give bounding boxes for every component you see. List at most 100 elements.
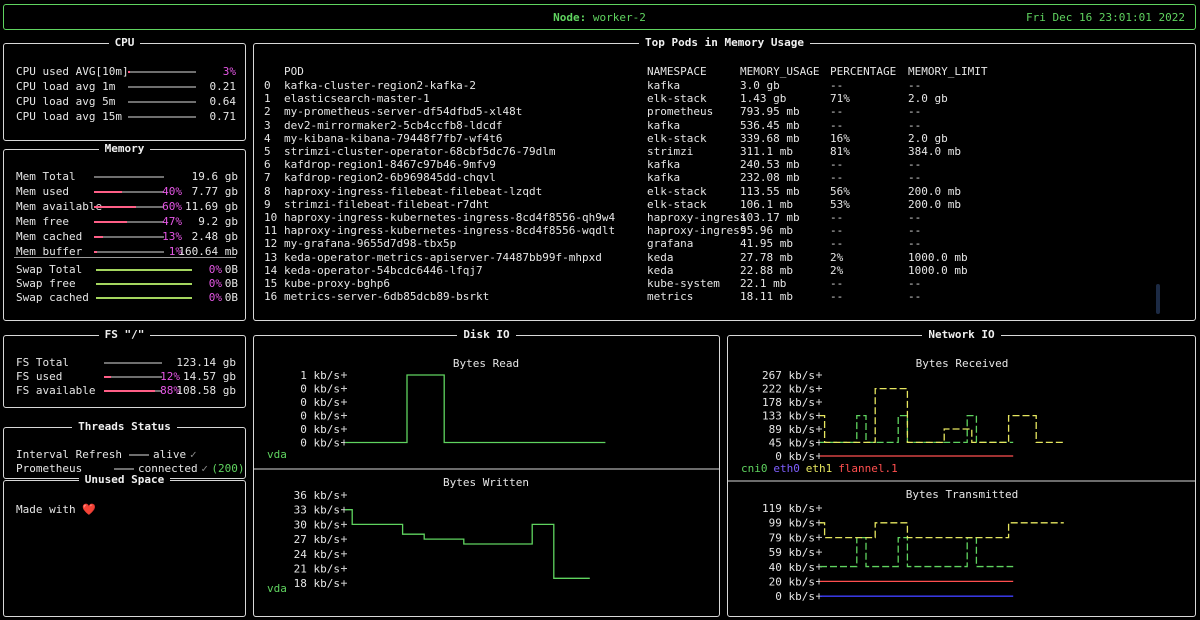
y-tick-label: 119 kb/s bbox=[762, 502, 815, 515]
table-cell: 41.95 mb bbox=[740, 237, 793, 251]
disk-charts: Bytes Read1 kb/s0 kb/s0 kb/s0 kb/s0 kb/s… bbox=[254, 357, 719, 595]
cpu-row-label: CPU load avg 15m bbox=[16, 110, 122, 123]
pods-scrollbar[interactable] bbox=[1156, 284, 1160, 314]
device-label: vda bbox=[267, 448, 287, 461]
chart-title: Bytes Read bbox=[453, 357, 519, 370]
table-cell: -- bbox=[908, 171, 922, 185]
memory-row-track bbox=[94, 251, 164, 253]
table-cell: my-kibana-kibana-79448f7fb7-wf4t6 bbox=[284, 131, 503, 145]
y-tick-label: 89 kb/s bbox=[769, 423, 815, 436]
chart-title: Bytes Transmitted bbox=[906, 488, 1019, 501]
y-tick-label: 0 kb/s bbox=[775, 590, 815, 603]
table-row[interactable]: 14 keda-operator-54bcdc6446-lfqj7 keda 22.8… bbox=[254, 264, 1184, 277]
swap-row: Swap free 0% 0B bbox=[16, 277, 238, 290]
chart-title: Bytes Written bbox=[443, 476, 529, 489]
table-cell: 3 bbox=[264, 118, 271, 132]
y-tick-label: 18 kb/s bbox=[294, 577, 340, 590]
pods-panel: Top Pods in Memory Usage POD NAMESPACE MEM… bbox=[253, 36, 1196, 321]
memory-row-value: 19.6 gb bbox=[191, 170, 238, 183]
memory-row-value: 7.77 gb bbox=[191, 185, 238, 198]
swap-row-label: Swap free bbox=[16, 277, 76, 290]
table-cell: 81% bbox=[830, 145, 850, 158]
pods-column-header[interactable]: MEMORY_USAGE bbox=[740, 65, 819, 78]
table-cell: my-prometheus-server-df54dfbd5-xl48t bbox=[284, 105, 523, 119]
table-cell: keda-operator-54bcdc6446-lfqj7 bbox=[284, 263, 483, 277]
pods-column-header[interactable]: POD bbox=[284, 65, 304, 78]
table-row[interactable]: 9 strimzi-filebeat-filebeat-r7dht elk-stac… bbox=[254, 198, 1184, 211]
table-row[interactable]: 3 dev2-mirrormaker2-5cb4ccfb8-ldcdf kafka 5… bbox=[254, 119, 1184, 132]
legend-item: eth0 bbox=[773, 462, 800, 475]
cpu-panel: CPU CPU used AVG[10m] 3% CPU load avg 1m 0.… bbox=[3, 36, 246, 141]
memory-row-label: Mem Total bbox=[16, 170, 76, 183]
fs-title: FS "/" bbox=[98, 328, 151, 341]
cpu-row-track bbox=[128, 116, 196, 118]
table-cell: 10 bbox=[264, 211, 278, 224]
table-cell: 113.55 mb bbox=[740, 184, 800, 198]
y-tick-label: 0 kb/s bbox=[300, 383, 340, 396]
swap-row: Swap Total 0% 0B bbox=[16, 263, 238, 276]
fs-row-value: 108.58 gb bbox=[176, 384, 236, 397]
table-cell: 14 bbox=[264, 263, 278, 277]
table-row[interactable]: 13 keda-operator-metrics-apiserver-74487b… bbox=[254, 251, 1184, 264]
cpu-row: CPU load avg 1m 0.21 bbox=[16, 80, 236, 93]
table-cell: 71% bbox=[830, 92, 850, 106]
memory-row: Mem used 40% 7.77 gb bbox=[16, 185, 238, 198]
table-row[interactable]: 5 strimzi-cluster-operator-68cbf5dc76-79d… bbox=[254, 145, 1184, 158]
table-cell: 8 bbox=[264, 184, 271, 198]
table-cell: 22.88 mb bbox=[740, 263, 793, 277]
swap-row-label: Swap cached bbox=[16, 291, 89, 304]
swap-row-value: 0B bbox=[224, 263, 238, 276]
thread-row-line bbox=[114, 468, 134, 470]
thread-row: Interval Refresh alive ✓ bbox=[16, 448, 241, 461]
network-panel: Network IO Bytes Received 267 kb/s 222 kb/… bbox=[727, 328, 1196, 617]
table-row[interactable]: 4 my-kibana-kibana-79448f7fb7-wf4t6 elk-st… bbox=[254, 132, 1184, 145]
y-tick-label: 1 kb/s bbox=[300, 369, 340, 382]
fs-row-label: FS available bbox=[16, 384, 96, 397]
memory-row-fill bbox=[94, 236, 103, 238]
table-cell: dev2-mirrormaker2-5cb4ccfb8-ldcdf bbox=[284, 118, 503, 132]
memory-row-pct: 40% bbox=[162, 185, 182, 198]
table-cell: 2 bbox=[264, 105, 271, 119]
memory-row: Mem cached 13% 2.48 gb bbox=[16, 230, 238, 243]
table-cell: -- bbox=[830, 158, 844, 172]
memory-row-value: 11.69 gb bbox=[185, 200, 238, 213]
table-cell: 53% bbox=[830, 197, 850, 211]
table-cell: kube-system bbox=[647, 277, 720, 290]
cpu-row-label: CPU load avg 5m bbox=[16, 95, 116, 108]
table-row[interactable]: 12 my-grafana-9655d7d98-tbx5p grafana 41.95… bbox=[254, 237, 1184, 250]
table-cell: 200.0 mb bbox=[908, 184, 961, 198]
pods-column-header[interactable]: NAMESPACE bbox=[647, 65, 707, 78]
memory-row-label: Mem free bbox=[16, 215, 69, 228]
node-name: worker-2 bbox=[592, 11, 646, 24]
y-tick-label: 21 kb/s bbox=[294, 563, 340, 576]
series-line-cni0 bbox=[820, 536, 1014, 568]
pods-column-header[interactable]: MEMORY_LIMIT bbox=[908, 65, 987, 78]
table-cell: 1000.0 mb bbox=[908, 250, 968, 264]
table-row[interactable]: 10 haproxy-ingress-kubernetes-ingress-8cd… bbox=[254, 211, 1184, 224]
cpu-row-value: 0.21 bbox=[209, 80, 237, 93]
table-row[interactable]: 7 kafdrop-region2-6b969845dd-chqvl kafka 23… bbox=[254, 171, 1184, 184]
table-row[interactable]: 8 haproxy-ingress-filebeat-filebeat-lzqdt… bbox=[254, 185, 1184, 198]
thread-row-label: Interval Refresh bbox=[16, 448, 122, 461]
table-cell: 7 bbox=[264, 171, 271, 185]
fs-panel: FS "/" FS Total 123.14 gb FS used 12% 14.57 … bbox=[3, 328, 246, 408]
table-row[interactable]: 0 kafka-cluster-region2-kafka-2 kafka 3.0 g… bbox=[254, 79, 1184, 92]
table-cell: strimzi-cluster-operator-68cbf5dc76-79dl… bbox=[284, 145, 556, 158]
table-cell: 200.0 mb bbox=[908, 197, 961, 211]
cpu-row: CPU load avg 5m 0.64 bbox=[16, 95, 236, 108]
table-row[interactable]: 16 metrics-server-6db85dcb89-bsrkt metrics… bbox=[254, 290, 1184, 303]
y-tick-label: 0 kb/s bbox=[300, 396, 340, 409]
y-tick-label: 0 kb/s bbox=[300, 423, 340, 436]
fs-row-track bbox=[104, 376, 162, 378]
table-row[interactable]: 15 kube-proxy-bghp6 kube-system 22.1 mb -- -- bbox=[254, 277, 1184, 290]
y-tick-label: 0 kb/s bbox=[300, 437, 340, 450]
table-cell: 0 bbox=[264, 79, 271, 92]
series-line-cni0 bbox=[820, 415, 1014, 443]
table-row[interactable]: 6 kafdrop-region1-8467c97b46-9mfv9 kafka 24… bbox=[254, 158, 1184, 171]
disk-panel: Disk IO Bytes Read 1 kb/s 0 kb/s 0 kb/s 0 kb… bbox=[253, 328, 720, 617]
legend-item: flannel.1 bbox=[838, 462, 898, 475]
pods-column-header[interactable]: PERCENTAGE bbox=[830, 65, 896, 78]
table-row[interactable]: 2 my-prometheus-server-df54dfbd5-xl48t pro… bbox=[254, 105, 1184, 118]
table-row[interactable]: 1 elasticsearch-master-1 elk-stack 1.43 gb 7… bbox=[254, 92, 1184, 105]
table-row[interactable]: 11 haproxy-ingress-kubernetes-ingress-8cd… bbox=[254, 224, 1184, 237]
